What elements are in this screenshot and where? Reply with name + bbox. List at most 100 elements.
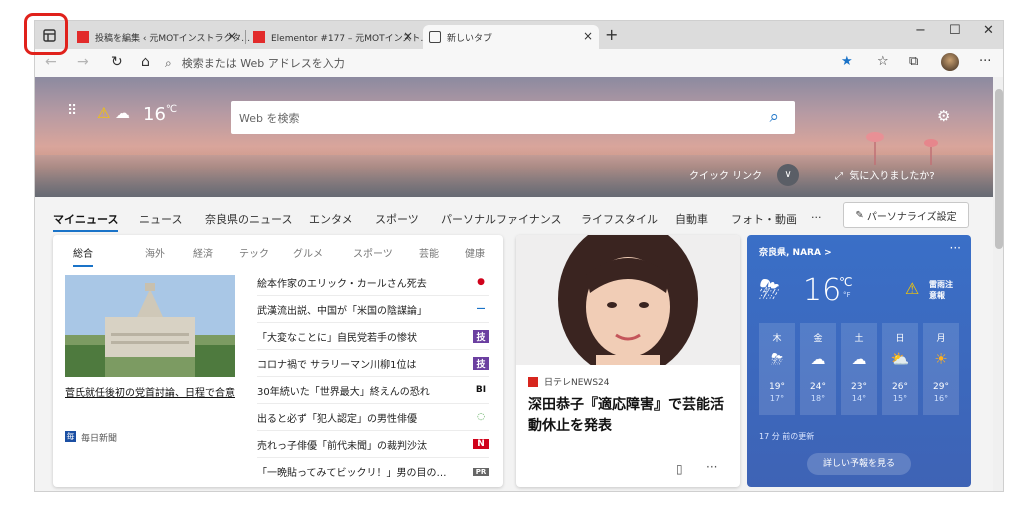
- weather-more-button[interactable]: ···: [950, 241, 961, 255]
- news-tab-gourmet[interactable]: グルメ: [293, 245, 323, 260]
- lead-news-title[interactable]: 菅氏就任後初の党首討論、日程で合意: [65, 387, 239, 401]
- fahrenheit-unit[interactable]: °F: [843, 291, 851, 299]
- forward-icon[interactable]: →: [77, 54, 89, 70]
- tab-close-icon[interactable]: ×: [227, 29, 237, 43]
- forecast-day[interactable]: 土 ☁ 23° 14°: [841, 323, 877, 415]
- favorite-star-icon[interactable]: ★: [841, 54, 853, 69]
- celsius-unit[interactable]: ℃: [839, 275, 852, 289]
- source-icon: BI: [475, 385, 487, 395]
- address-bar[interactable]: ⌕ 検索または Web アドレスを入力: [165, 52, 825, 74]
- quick-links-label[interactable]: クイック リンク: [689, 167, 762, 182]
- forecast-day[interactable]: 日 ⛅ 26° 15°: [882, 323, 918, 415]
- hero-temperature[interactable]: 16℃: [143, 104, 177, 125]
- pr-badge: PR: [473, 467, 489, 476]
- source-icon: ●: [477, 277, 485, 287]
- tab-new-tab[interactable]: 新しいタブ ×: [423, 25, 599, 49]
- bookmark-icon[interactable]: ▯: [676, 462, 683, 476]
- forecast-day[interactable]: 金 ☁ 24° 18°: [800, 323, 836, 415]
- tab-close-icon[interactable]: ×: [583, 29, 593, 43]
- back-icon[interactable]: ←: [45, 54, 57, 70]
- feedback-link[interactable]: ⤢ 気に入りましたか?: [835, 167, 935, 182]
- new-tab-button[interactable]: +: [605, 25, 618, 44]
- forecast-day[interactable]: 木 ⛈ 19° 17°: [759, 323, 795, 415]
- personalize-button[interactable]: ✎ パーソナライズ設定: [843, 202, 969, 228]
- category-entertainment[interactable]: エンタメ: [309, 211, 353, 227]
- feature-news-image[interactable]: [516, 235, 740, 377]
- detailed-forecast-button[interactable]: 詳しい予報を見る: [807, 453, 911, 475]
- more-menu-icon[interactable]: ···: [979, 54, 991, 69]
- category-lifestyle[interactable]: ライフスタイル: [581, 211, 658, 227]
- refresh-icon[interactable]: ↻: [111, 54, 123, 70]
- category-my-news[interactable]: マイニュース: [53, 211, 119, 232]
- settings-gear-icon[interactable]: ⚙: [937, 107, 950, 125]
- weather-card[interactable]: 奈良県, NARA > ··· ⛈ 16 ℃ °F ⚠ 雷雨注意報 木 ⛈ 19…: [747, 235, 971, 487]
- source-icon: 技: [473, 329, 489, 343]
- news-tab-general[interactable]: 総合: [73, 245, 93, 267]
- new-tab-favicon-icon: [429, 31, 441, 43]
- weather-location[interactable]: 奈良県, NARA >: [759, 245, 832, 258]
- feature-source: 日テレNEWS24: [528, 375, 609, 388]
- forecast-day[interactable]: 月 ☀ 29° 16°: [923, 323, 959, 415]
- headline-item[interactable]: 30年続いた「世界最大」終えんの恐れ BI: [257, 377, 489, 404]
- category-auto[interactable]: 自動車: [675, 211, 708, 227]
- feature-more-button[interactable]: ···: [706, 460, 717, 474]
- minimize-button[interactable]: −: [915, 23, 926, 38]
- cloudy-icon: ☁: [810, 350, 826, 368]
- news-tab-health[interactable]: 健康: [465, 245, 485, 260]
- category-sports[interactable]: スポーツ: [375, 211, 419, 227]
- maximize-button[interactable]: ☐: [949, 23, 961, 38]
- favorites-list-icon[interactable]: ☆: [877, 54, 889, 69]
- weather-temperature: 16: [803, 273, 842, 308]
- flamingo-image: [866, 132, 938, 165]
- headline-item[interactable]: 出ると必ず「犯人認定」の男性俳優 ◌: [257, 404, 489, 431]
- news-tab-economy[interactable]: 経済: [193, 245, 213, 260]
- profile-avatar[interactable]: [941, 53, 959, 71]
- sunny-icon: ☀: [934, 350, 948, 368]
- feature-news-title[interactable]: 深田恭子『適応障害』で芸能活動休止を発表: [528, 395, 728, 437]
- cloudy-icon: ☁: [851, 350, 867, 368]
- tab-elementor[interactable]: Elementor #177 – 元MOTインスト… ×: [247, 25, 429, 49]
- weather-warning-icon: ⚠: [97, 104, 111, 122]
- thunderstorm-icon: ⛈: [770, 350, 783, 368]
- category-nav: マイニュース ニュース 奈良県のニュース エンタメ スポーツ パーソナルファイナ…: [35, 197, 993, 235]
- search-icon[interactable]: ⌕: [769, 107, 779, 127]
- tab-edit-post[interactable]: 投稿を編集 ‹ 元MOTインストラクタ… ×: [71, 25, 250, 49]
- tab-strip: 投稿を編集 ‹ 元MOTインストラクタ… × Elementor #177 – …: [35, 21, 1003, 49]
- scrollbar-thumb[interactable]: [995, 89, 1003, 249]
- search-icon: ⌕: [165, 55, 172, 70]
- lead-news-source: 毎日新聞: [81, 434, 118, 444]
- rain-cloud-icon: ☁: [115, 104, 130, 122]
- web-search-placeholder: Web を検索: [239, 111, 300, 125]
- news-tab-tech[interactable]: テック: [239, 245, 269, 260]
- home-icon[interactable]: ⌂: [141, 54, 150, 70]
- category-personal-finance[interactable]: パーソナルファイナンス: [441, 211, 562, 227]
- headline-item[interactable]: 「一晩貼ってみてビックリ！」男の目の… PR: [257, 458, 489, 485]
- rain-cloud-icon: ⛈: [759, 275, 780, 305]
- feature-news-card[interactable]: 日テレNEWS24 深田恭子『適応障害』で芸能活動休止を発表 ▯ ···: [516, 235, 740, 487]
- quick-links-toggle-button[interactable]: ∨: [777, 164, 799, 186]
- headline-item[interactable]: 絵本作家のエリック・カールさん死去 ●: [257, 269, 489, 296]
- highlight-annotation: [24, 13, 68, 55]
- web-search-box[interactable]: Web を検索 ⌕: [231, 101, 795, 134]
- apps-grid-icon[interactable]: ⠿: [67, 103, 77, 119]
- weather-alert-text[interactable]: 雷雨注意報: [929, 279, 959, 301]
- address-placeholder: 検索または Web アドレスを入力: [181, 57, 345, 70]
- category-more[interactable]: ···: [811, 211, 822, 224]
- news-tab-world[interactable]: 海外: [145, 245, 165, 260]
- category-nara-news[interactable]: 奈良県のニュース: [205, 211, 292, 227]
- category-news[interactable]: ニュース: [139, 211, 182, 227]
- collections-icon[interactable]: ⧉: [909, 54, 918, 69]
- category-photo-video[interactable]: フォト・動画: [731, 211, 797, 227]
- toolbar: ← → ↻ ⌂ ⌕ 検索または Web アドレスを入力 ★ ☆ ⧉ ···: [35, 49, 1003, 77]
- favicon-icon: [77, 31, 89, 43]
- lead-news-image[interactable]: [65, 275, 235, 377]
- headline-item[interactable]: 「大変なことに」自民党若手の惨状技: [257, 323, 489, 350]
- tab-close-icon[interactable]: ×: [403, 29, 413, 43]
- news-tab-entertainment[interactable]: 芸能: [419, 245, 439, 260]
- headline-item[interactable]: 売れっ子俳優「前代未聞」の裁判沙汰 N: [257, 431, 489, 458]
- close-window-button[interactable]: ✕: [983, 23, 994, 38]
- news-tab-sports[interactable]: スポーツ: [353, 245, 393, 260]
- source-icon: —: [476, 304, 486, 314]
- headline-item[interactable]: 武漢流出説、中国が「米国の陰謀論」 —: [257, 296, 489, 323]
- headline-item[interactable]: コロナ禍で サラリーマン川柳1位は技: [257, 350, 489, 377]
